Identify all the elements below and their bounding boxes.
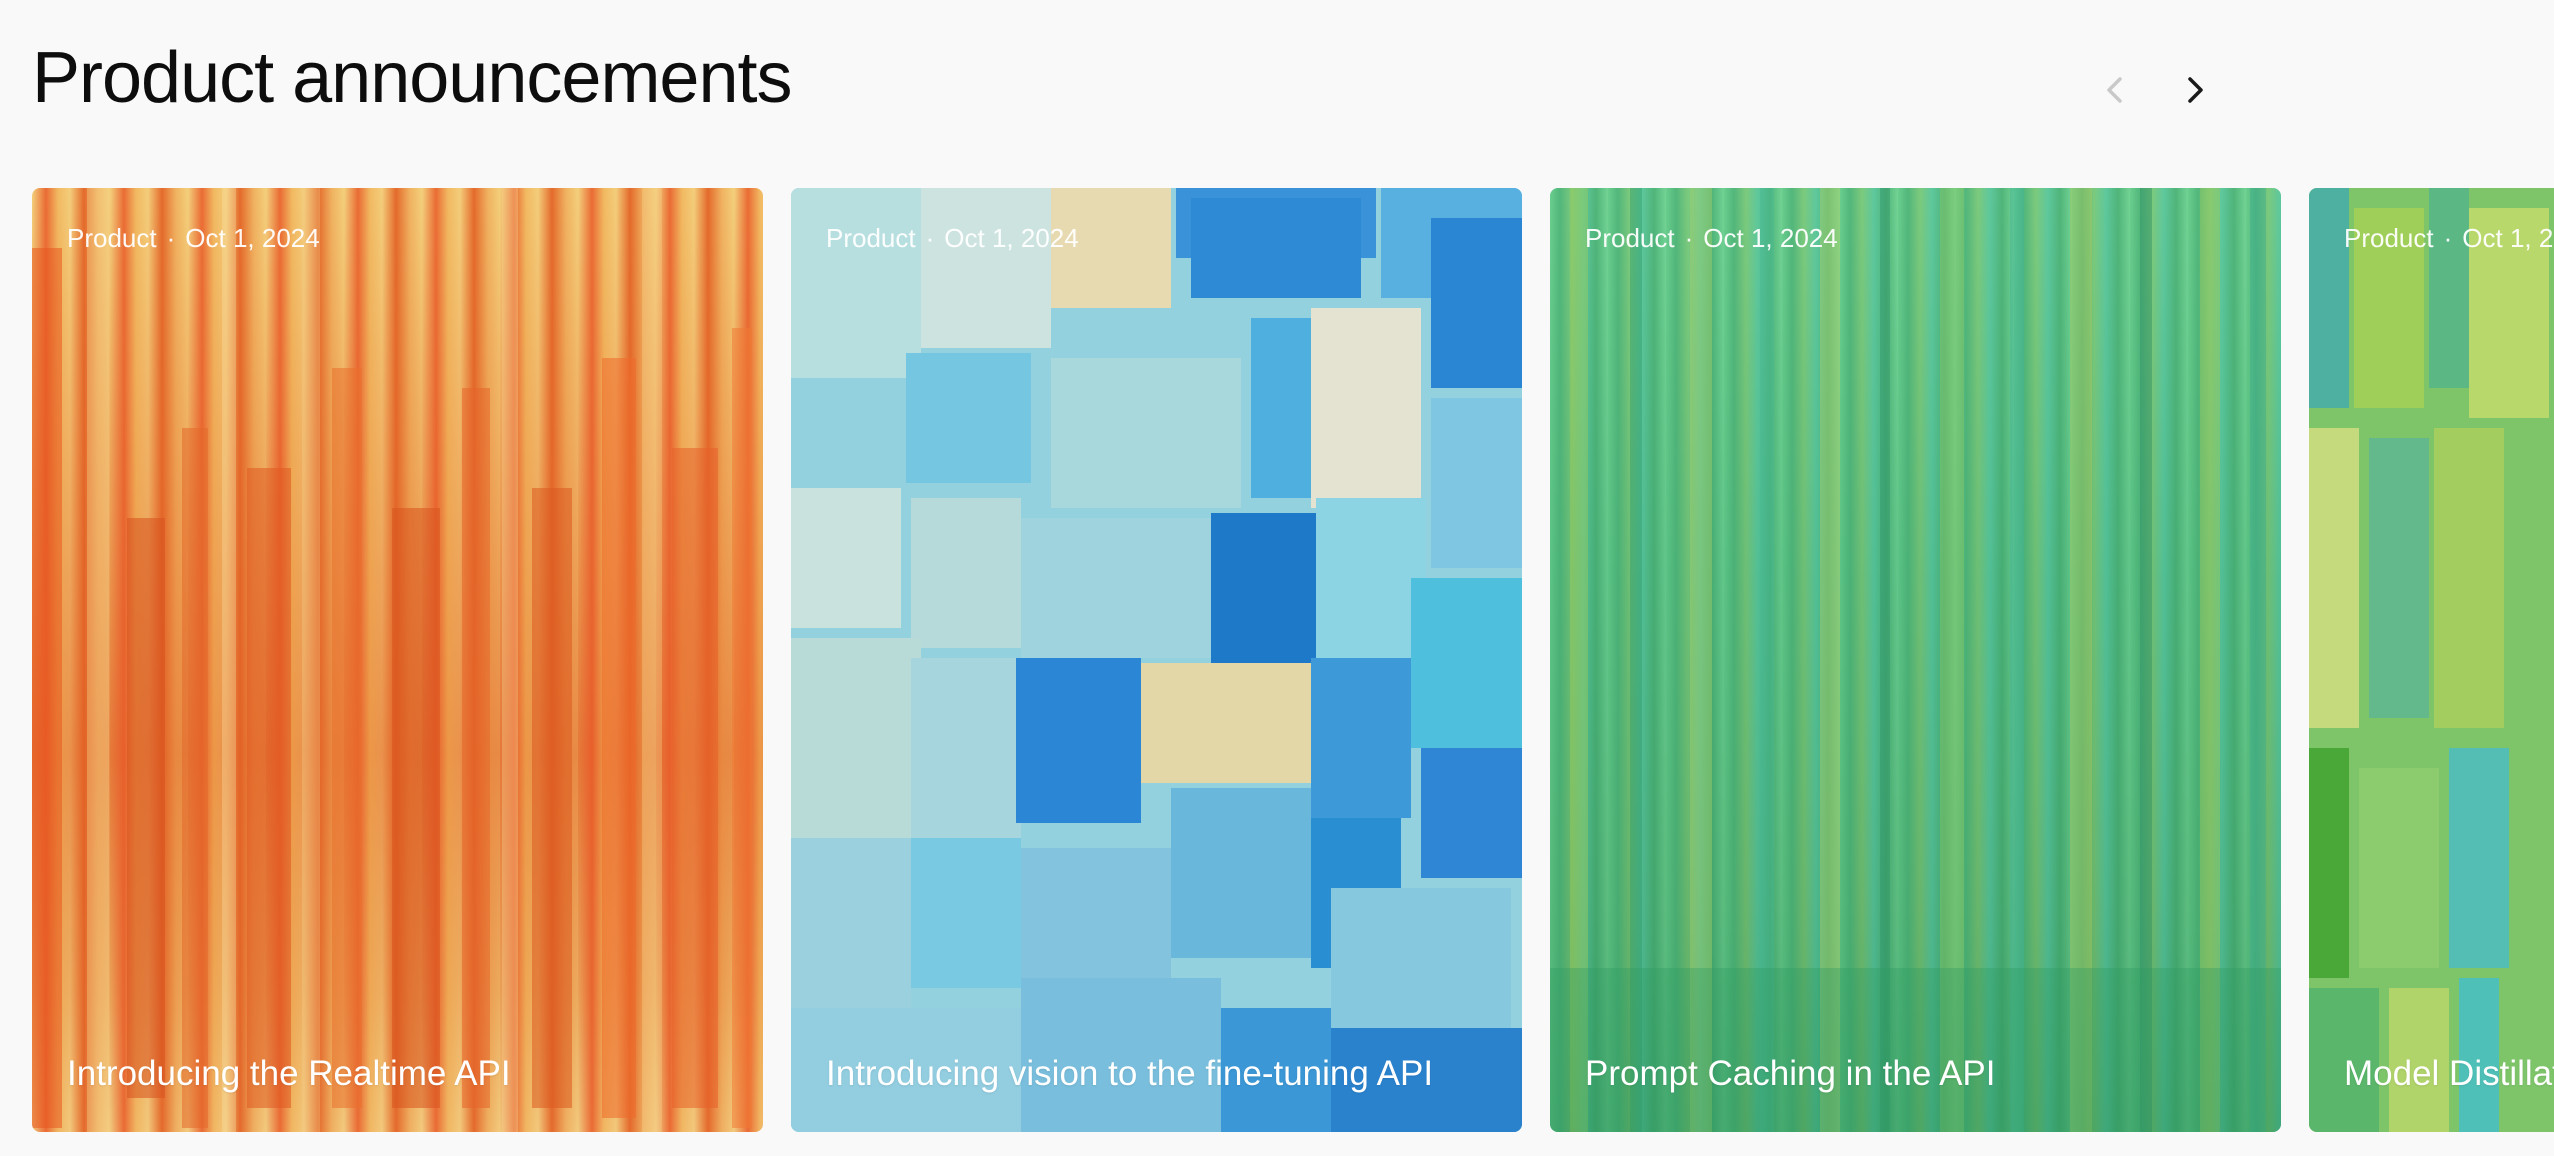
product-announcements-page: Product announcements Product · Oct 1, 2… [0,0,2554,1156]
announcement-card[interactable]: Product · Oct 1, 2024 Introducing the Re… [32,188,763,1132]
card-artwork [791,188,1522,1132]
card-category: Product [826,223,916,253]
card-date: Oct 1, 2024 [185,223,320,253]
card-date: Oct 1, 2024 [2462,223,2554,253]
carousel-next-button[interactable] [2174,60,2216,120]
announcement-card[interactable]: Product · Oct 1, 2024 Model Distillation… [2309,188,2554,1132]
card-title[interactable]: Prompt Caching in the API [1585,1054,1996,1094]
card-artwork [32,188,763,1132]
card-meta: Product · Oct 1, 2024 [2344,223,2554,254]
chevron-right-icon [2188,77,2203,103]
chevron-left-icon [2107,77,2122,103]
card-date: Oct 1, 2024 [944,223,1079,253]
card-category: Product [2344,223,2434,253]
card-title[interactable]: Introducing vision to the fine-tuning AP… [826,1054,1433,1094]
card-meta: Product · Oct 1, 2024 [826,223,1079,254]
meta-separator: · [925,223,935,253]
card-meta: Product · Oct 1, 2024 [1585,223,1838,254]
card-artwork [1550,188,2281,1132]
card-artwork [2309,188,2554,1132]
card-title[interactable]: Introducing the Realtime API [67,1054,511,1094]
meta-separator: · [166,223,176,253]
card-category: Product [1585,223,1675,253]
announcement-card[interactable]: Product · Oct 1, 2024 Introducing vision… [791,188,1522,1132]
announcements-carousel[interactable]: Product · Oct 1, 2024 Introducing the Re… [32,188,2554,1132]
carousel-prev-button[interactable] [2094,60,2136,120]
card-title[interactable]: Model Distillation in the API [2344,1054,2554,1094]
card-meta: Product · Oct 1, 2024 [67,223,320,254]
carousel-nav [2094,60,2216,120]
card-date: Oct 1, 2024 [1703,223,1838,253]
section-title: Product announcements [32,38,793,118]
card-category: Product [67,223,157,253]
meta-separator: · [2443,223,2453,253]
meta-separator: · [1684,223,1694,253]
carousel-track: Product · Oct 1, 2024 Introducing the Re… [32,188,2554,1132]
announcement-card[interactable]: Product · Oct 1, 2024 Prompt Caching in … [1550,188,2281,1132]
